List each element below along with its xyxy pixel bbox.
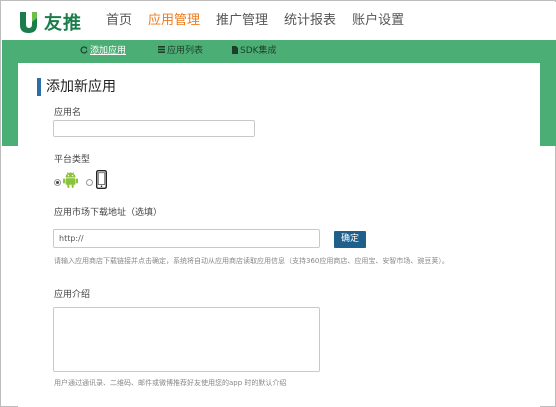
main-nav: 首页 应用管理 推广管理 统计报表 账户设置 xyxy=(106,11,420,31)
nav-item-home[interactable]: 首页 xyxy=(106,11,132,31)
description-hint: 用户通过通讯录、二维码、邮件或微博推荐好友使用您的app 时的默认介绍 xyxy=(54,379,287,387)
add-app-panel: 添加新应用 应用名 平台类型 应用市场下载地址（选填） http:// 确定 请… xyxy=(18,63,540,407)
green-side-left xyxy=(2,63,18,146)
nav-item-promotion[interactable]: 推广管理 xyxy=(216,11,268,31)
description-label: 应用介绍 xyxy=(54,290,91,300)
nav-item-account-settings[interactable]: 账户设置 xyxy=(352,11,404,31)
title-accent-bar xyxy=(37,78,41,96)
brand-logo[interactable]: 友推 xyxy=(18,8,82,36)
top-navigation-bar: 友推 首页 应用管理 推广管理 统计报表 账户设置 xyxy=(2,2,556,40)
brand-name: 友推 xyxy=(44,13,82,34)
subnav-label: SDK集成 xyxy=(240,46,277,56)
phone-icon xyxy=(95,169,108,193)
list-icon xyxy=(158,46,165,56)
subnav-label: 应用列表 xyxy=(167,46,204,56)
app-frame: 友推 首页 应用管理 推广管理 统计报表 账户设置 添加应用 应用列表 SDK集… xyxy=(0,0,556,407)
subnav-item-sdk[interactable]: SDK集成 xyxy=(232,45,277,57)
refresh-icon xyxy=(80,45,88,57)
confirm-button[interactable]: 确定 xyxy=(334,231,366,248)
app-name-input[interactable] xyxy=(53,120,255,137)
subnav: 添加应用 应用列表 SDK集成 xyxy=(2,40,556,63)
logo-u-icon xyxy=(18,10,39,34)
subnav-item-add-app[interactable]: 添加应用 xyxy=(80,45,126,57)
nav-item-reports[interactable]: 统计报表 xyxy=(284,11,336,31)
market-url-label: 应用市场下载地址（选填） xyxy=(54,208,163,218)
platform-ios-radio[interactable] xyxy=(86,179,93,186)
market-url-hint: 请输入应用商店下载链接并点击确定，系统将自动从应用商店读取应用信息（支持360应… xyxy=(54,257,449,265)
document-icon xyxy=(232,45,238,57)
app-name-label: 应用名 xyxy=(54,108,82,118)
platform-android-radio[interactable] xyxy=(54,179,61,186)
market-url-input[interactable]: http:// xyxy=(53,229,320,248)
subnav-label: 添加应用 xyxy=(90,46,127,56)
nav-item-app-management[interactable]: 应用管理 xyxy=(148,11,200,31)
page-title: 添加新应用 xyxy=(46,79,116,95)
android-icon xyxy=(63,171,78,192)
green-side-right xyxy=(540,63,556,146)
subnav-bar: 添加应用 应用列表 SDK集成 xyxy=(2,40,556,63)
subnav-item-app-list[interactable]: 应用列表 xyxy=(158,45,203,57)
description-textarea[interactable] xyxy=(53,307,320,372)
platform-label: 平台类型 xyxy=(54,155,91,165)
